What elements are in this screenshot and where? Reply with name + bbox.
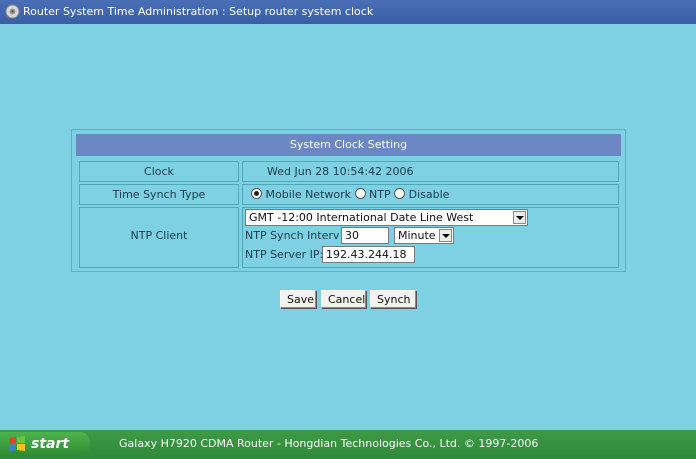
system-clock-panel: System Clock Setting Clock Wed Jun 28 10… <box>71 129 626 272</box>
window-app-icon <box>5 4 20 19</box>
windows-flag-icon <box>9 436 25 451</box>
synch-button[interactable]: Synch <box>370 290 416 308</box>
ntp-client-cell: GMT -12:00 International Date Line West … <box>242 207 619 268</box>
chevron-down-icon[interactable] <box>513 211 526 224</box>
radio-disable[interactable] <box>394 188 406 199</box>
synch-interval-value: 30 <box>345 229 359 242</box>
start-label: start <box>31 436 70 452</box>
server-ip-value: 192.43.244.18 <box>326 248 407 261</box>
synch-interval-input[interactable]: 30 <box>341 227 389 244</box>
taskbar: start Galaxy H7920 CDMA Router - Hongdia… <box>0 430 696 459</box>
radio-mobile-network[interactable] <box>251 188 262 199</box>
radio-disable-label: Disable <box>408 188 450 201</box>
chevron-down-icon[interactable] <box>439 229 452 242</box>
cancel-button[interactable]: Cancel <box>321 290 366 308</box>
interval-unit-select[interactable]: Minute <box>394 227 454 244</box>
server-ip-label: NTP Server IP: <box>245 248 324 261</box>
radio-ntp-label: NTP <box>369 188 391 201</box>
panel-header: System Clock Setting <box>76 134 621 156</box>
interval-unit-value: Minute <box>398 229 436 242</box>
time-synch-type-cell: Mobile Network NTP Disable <box>242 184 619 205</box>
radio-ntp[interactable] <box>354 188 366 199</box>
ntp-client-label: NTP Client <box>130 229 188 242</box>
start-button[interactable]: start <box>0 432 90 456</box>
window-title: Router System Time Administration : Setu… <box>23 5 374 18</box>
timezone-select-value: GMT -12:00 International Date Line West <box>249 211 474 224</box>
server-ip-input[interactable]: 192.43.244.18 <box>322 246 415 263</box>
radio-mobile-network-label: Mobile Network <box>265 188 352 201</box>
clock-value-cell: Wed Jun 28 10:54:42 2006 <box>242 161 619 182</box>
footer-text: Galaxy H7920 CDMA Router - Hongdian Tech… <box>119 437 539 450</box>
save-button[interactable]: Save <box>280 290 316 308</box>
title-bar: Router System Time Administration : Setu… <box>0 0 696 24</box>
clock-label: Clock <box>79 161 239 182</box>
clock-value: Wed Jun 28 10:54:42 2006 <box>267 165 414 178</box>
synch-interval-label: NTP Synch Interval <box>245 229 340 242</box>
ntp-client-label-cell: NTP Client <box>79 207 239 268</box>
time-synch-type-label: Time Synch Type <box>79 184 239 205</box>
timezone-select[interactable]: GMT -12:00 International Date Line West <box>245 209 528 226</box>
